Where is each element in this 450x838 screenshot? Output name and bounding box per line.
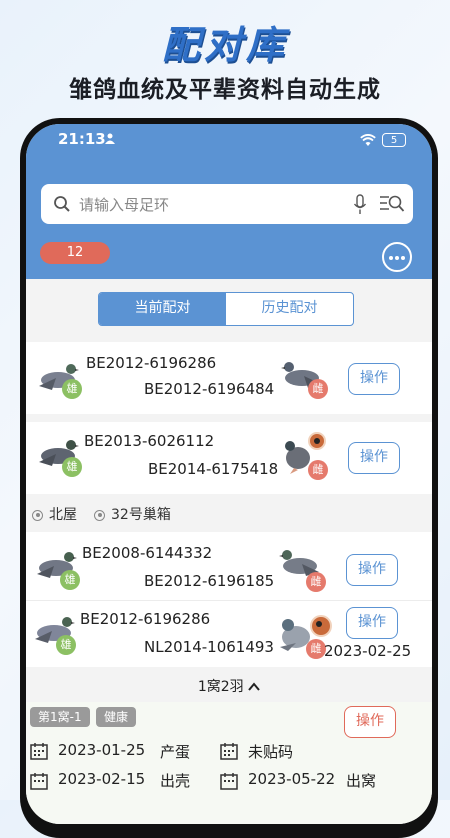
eye-sign-icon — [308, 432, 326, 450]
pair-card[interactable]: 雄 BE2012-6196286 BE2012-6196484 雌 操作 — [26, 342, 432, 414]
wifi-icon — [360, 134, 376, 146]
location-icon — [94, 509, 105, 521]
calendar-icon — [30, 773, 48, 790]
nest-box-name: 32号巢箱 — [111, 507, 171, 523]
male-sex-badge: 雄 — [56, 635, 76, 655]
female-sex-badge: 雌 — [308, 460, 328, 480]
header-bar: 21:13 5 请输入母足环 12 — [26, 124, 432, 279]
female-ring-number[interactable]: BE2014-6175418 — [148, 460, 278, 478]
search-bar[interactable] — [41, 184, 413, 226]
female-sex-badge: 雌 — [308, 379, 328, 399]
search-input[interactable] — [77, 184, 331, 226]
tab-current-pairs[interactable]: 当前配对 — [99, 293, 226, 325]
more-menu-button[interactable] — [382, 242, 412, 272]
pair-count-badge: 12 — [40, 242, 110, 264]
pair-date: 2023-02-25 — [324, 642, 412, 660]
record-event: 未贴码 — [248, 743, 294, 761]
female-sex-badge: 雌 — [306, 572, 326, 592]
record-event: 出窝 — [346, 772, 377, 790]
battery-indicator: 5 — [382, 133, 406, 147]
pair-action-button[interactable]: 操作 — [346, 607, 398, 639]
calendar-icon — [30, 743, 48, 760]
male-sex-badge: 雄 — [60, 570, 80, 590]
pair-tabs: 当前配对 历史配对 — [98, 292, 354, 326]
male-sex-badge: 雄 — [62, 379, 82, 399]
record-date: 2023-02-15 — [58, 770, 146, 788]
male-ring-number[interactable]: BE2008-6144332 — [82, 544, 212, 562]
health-status-badge: 健康 — [96, 707, 137, 727]
location-icon — [32, 509, 43, 521]
record-date: 2023-05-22 — [248, 770, 336, 788]
male-ring-number[interactable]: BE2013-6026112 — [84, 432, 214, 450]
female-sex-badge: 雌 — [306, 639, 326, 659]
nest-summary-toggle[interactable]: 1窝2羽 — [26, 676, 432, 696]
record-event: 出壳 — [160, 772, 191, 790]
pair-action-button[interactable]: 操作 — [346, 554, 398, 586]
female-ring-number[interactable]: BE2012-6196185 — [144, 572, 274, 590]
nest-action-button[interactable]: 操作 — [344, 706, 396, 738]
more-icon — [389, 256, 393, 260]
nest-summary-label: 1窝2羽 — [197, 679, 244, 695]
female-ring-number[interactable]: BE2012-6196484 — [144, 380, 274, 398]
search-icon — [54, 196, 70, 212]
record-event: 产蛋 — [160, 743, 191, 761]
hero-subtitle: 雏鸽血统及平辈资料自动生成 — [69, 77, 381, 103]
advanced-search-icon[interactable] — [379, 193, 405, 215]
status-time: 21:13 — [58, 130, 106, 148]
calendar-icon — [220, 773, 238, 790]
nest-box-location: 32号巢箱 — [94, 504, 171, 524]
loft-name: 北屋 — [49, 507, 77, 523]
nest-detail-card: 第1窝-1 健康 操作 2023-01-25 产蛋 未贴码 2023-02-15… — [26, 702, 432, 824]
hero-title: 配对库 — [161, 23, 288, 67]
loft-location: 北屋 — [32, 504, 77, 524]
male-ring-number[interactable]: BE2012-6196286 — [80, 610, 210, 628]
pair-card[interactable]: 雄 BE2008-6144332 BE2012-6196185 雌 操作 — [26, 532, 432, 600]
phone-screen: 21:13 5 请输入母足环 12 当前配对 历史配对 雄 BE2012-619… — [26, 124, 432, 824]
microphone-icon[interactable] — [353, 194, 367, 216]
person-icon — [105, 133, 115, 144]
pair-action-button[interactable]: 操作 — [348, 363, 400, 395]
pair-card[interactable]: 雄 BE2013-6026112 BE2014-6175418 雌 操作 — [26, 422, 432, 494]
record-date: 2023-01-25 — [58, 741, 146, 759]
female-ring-number[interactable]: NL2014-1061493 — [144, 638, 274, 656]
male-sex-badge: 雄 — [62, 457, 82, 477]
nest-tag: 第1窝-1 — [30, 707, 90, 727]
tab-history-pairs[interactable]: 历史配对 — [226, 293, 353, 325]
chevron-up-icon — [248, 682, 260, 691]
pair-action-button[interactable]: 操作 — [348, 442, 400, 474]
eye-sign-icon — [310, 615, 332, 637]
pair-card[interactable]: 雄 BE2012-6196286 NL2014-1061493 雌 操作 202… — [26, 601, 432, 667]
male-ring-number[interactable]: BE2012-6196286 — [86, 354, 216, 372]
calendar-icon — [220, 743, 238, 760]
